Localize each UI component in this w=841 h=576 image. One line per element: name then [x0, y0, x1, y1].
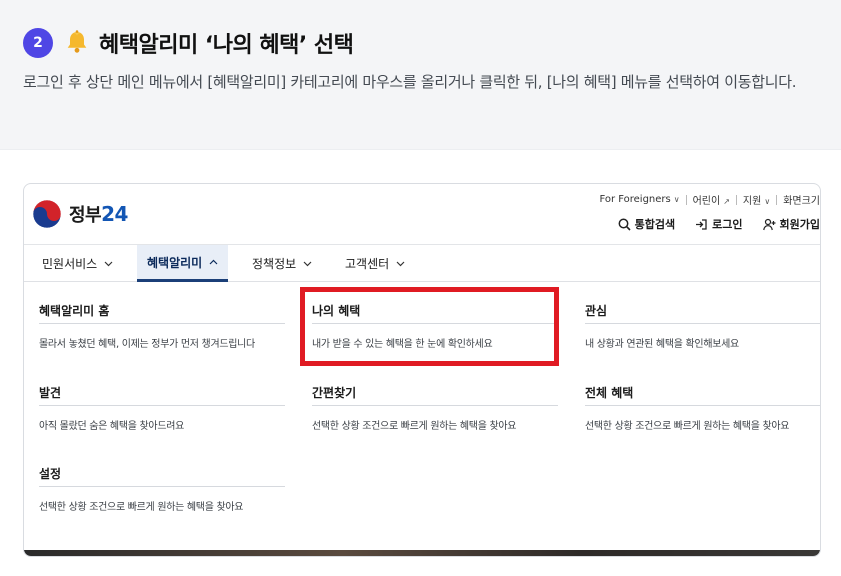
step-header: 2 혜택알리미 ‘나의 혜택’ 선택 로그인 후 상단 메인 메뉴에서 [혜택알… [0, 0, 841, 150]
chevron-up-icon [209, 259, 218, 265]
util-screen-size[interactable]: 화면크기 [783, 192, 820, 207]
chevron-down-icon [396, 261, 405, 266]
nav-item-policy-info[interactable]: 정책정보 [242, 245, 322, 282]
search-button-label: 통합검색 [634, 218, 676, 231]
highlight-box [300, 287, 559, 366]
user-add-icon [762, 218, 776, 230]
menu-discover[interactable]: 발견 아직 몰랐던 숨은 혜택을 찾아드려요 [39, 384, 285, 432]
search-icon [618, 218, 631, 231]
taegeuk-logo-icon [32, 199, 62, 229]
nav-item-civil-service[interactable]: 민원서비스 [32, 245, 123, 282]
divider [685, 194, 687, 205]
menu-description: 선택한 상황 조건으로 빠르게 원하는 혜택을 찾아요 [585, 421, 790, 432]
menu-benefit-home[interactable]: 혜택알리미 홈 몰라서 놓쳤던 혜택, 이제는 정부가 먼저 챙겨드립니다 [39, 302, 285, 350]
menu-description: 선택한 상황 조건으로 빠르게 원하는 혜택을 찾아요 [39, 502, 244, 513]
menu-description: 선택한 상황 조건으로 빠르게 원하는 혜택을 찾아요 [312, 421, 517, 432]
signup-button[interactable]: 회원가입 [762, 216, 820, 232]
util-kids[interactable]: 어린이 ↗ [693, 192, 730, 207]
nav-item-customer-center[interactable]: 고객센터 [335, 245, 415, 282]
login-button[interactable]: 로그인 [695, 216, 743, 232]
chevron-down-icon [303, 261, 312, 266]
menu-title: 혜택알리미 홈 [39, 302, 285, 324]
menu-interest[interactable]: 관심 내 상황과 연관된 혜택을 확인해보세요 [585, 302, 820, 350]
login-button-label: 로그인 [712, 218, 743, 231]
utility-links: For Foreigners ∨ 어린이 ↗ 지원 ∨ 화면크기 [599, 192, 820, 207]
website-screenshot: 정부24 For Foreigners ∨ 어린이 ↗ 지원 ∨ 화면크기 통합검색 … [23, 183, 821, 557]
chevron-down-icon: ∨ [673, 195, 680, 204]
chevron-down-icon: ∨ [764, 197, 771, 206]
search-button[interactable]: 통합검색 [618, 216, 675, 232]
main-nav: 민원서비스 혜택알리미 정책정보 고객센터 [24, 244, 820, 282]
bell-icon [67, 30, 87, 53]
step-description: 로그인 후 상단 메인 메뉴에서 [혜택알리미] 카테고리에 마우스를 올리거나… [23, 73, 797, 91]
divider [776, 194, 778, 205]
menu-description: 아직 몰랐던 숨은 혜택을 찾아드려요 [39, 421, 185, 432]
chevron-down-icon [104, 261, 113, 266]
login-icon [696, 218, 707, 230]
step-number-badge: 2 [23, 28, 53, 58]
page-content-peek [24, 550, 820, 556]
menu-quick-search[interactable]: 간편찾기 선택한 상황 조건으로 빠르게 원하는 혜택을 찾아요 [312, 384, 558, 432]
divider [735, 194, 737, 205]
util-for-foreigners[interactable]: For Foreigners ∨ [599, 194, 679, 205]
step-title: 혜택알리미 ‘나의 혜택’ 선택 [99, 33, 354, 58]
logo-text: 정부24 [69, 202, 128, 226]
menu-title: 간편찾기 [312, 384, 558, 406]
top-buttons: 통합검색 로그인 회원가입 [598, 216, 820, 232]
external-link-icon: ↗ [723, 197, 730, 206]
gov24-logo[interactable]: 정부24 [32, 196, 128, 232]
menu-title: 관심 [585, 302, 820, 324]
menu-settings[interactable]: 설정 선택한 상황 조건으로 빠르게 원하는 혜택을 찾아요 [39, 465, 285, 513]
signup-button-label: 회원가입 [779, 218, 820, 231]
util-support[interactable]: 지원 ∨ [743, 192, 770, 207]
menu-title: 발견 [39, 384, 285, 406]
menu-title: 설정 [39, 465, 285, 487]
menu-description: 몰라서 놓쳤던 혜택, 이제는 정부가 먼저 챙겨드립니다 [39, 339, 255, 350]
menu-all-benefits[interactable]: 전체 혜택 선택한 상황 조건으로 빠르게 원하는 혜택을 찾아요 [585, 384, 820, 432]
menu-description: 내 상황과 연관된 혜택을 확인해보세요 [585, 339, 739, 350]
menu-title: 전체 혜택 [585, 384, 820, 406]
nav-item-benefit-alert[interactable]: 혜택알리미 [137, 245, 229, 282]
